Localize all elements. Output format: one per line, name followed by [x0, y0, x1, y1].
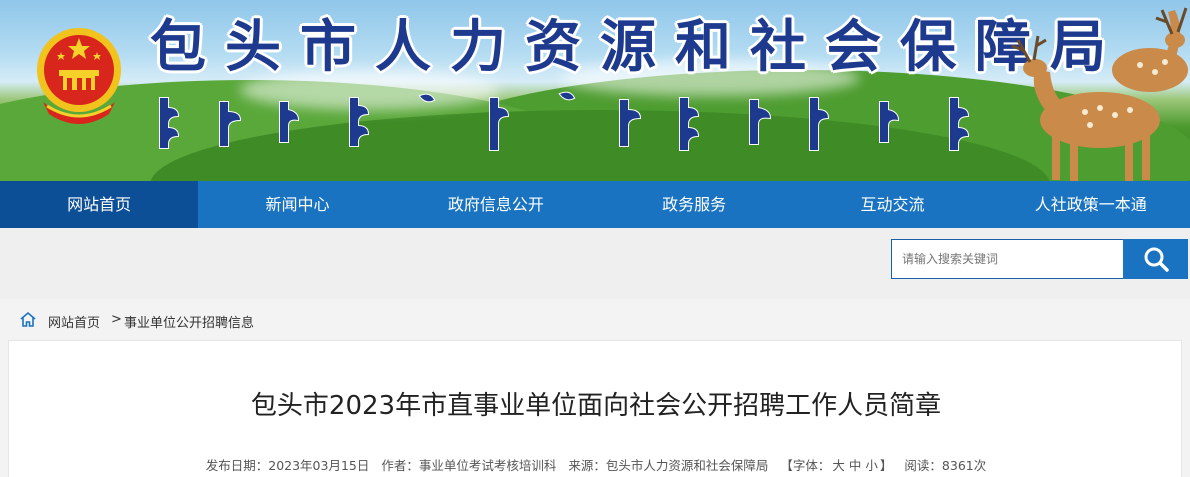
nav-item-interaction[interactable]: 互动交流	[793, 181, 991, 228]
search-button[interactable]	[1123, 239, 1188, 279]
search-icon	[1144, 247, 1169, 272]
breadcrumb-current[interactable]: 事业单位公开招聘信息	[124, 312, 254, 331]
nav-item-policy[interactable]: 人社政策一本通	[992, 181, 1190, 228]
article-panel: 包头市2023年市直事业单位面向社会公开招聘工作人员简章 发布日期：2023年0…	[8, 340, 1182, 477]
article-source: 来源：包头市人力资源和社会保障局	[568, 458, 769, 473]
font-size-control: 【字体：大中小】	[780, 458, 892, 473]
font-small-button[interactable]: 小	[865, 458, 878, 473]
breadcrumb: 网站首页 > 事业单位公开招聘信息	[0, 306, 1190, 334]
nav-item-home[interactable]: 网站首页	[0, 181, 199, 228]
search-input[interactable]	[891, 239, 1123, 279]
breadcrumb-separator: >	[111, 312, 122, 327]
search-bar-row	[0, 228, 1190, 299]
nav-item-news[interactable]: 新闻中心	[198, 181, 396, 228]
mongolian-script-title	[159, 91, 970, 151]
site-title: 包头市人力资源和社会保障局	[150, 14, 1125, 80]
main-nav: 网站首页 新闻中心 政府信息公开 政务服务 互动交流 人社政策一本通	[0, 181, 1190, 228]
article-title: 包头市2023年市直事业单位面向社会公开招聘工作人员简章	[250, 391, 942, 421]
article-meta: 发布日期：2023年03月15日 作者：事业单位考试考核培训科 来源：包头市人力…	[9, 455, 1183, 474]
home-icon	[20, 311, 36, 327]
nav-item-services[interactable]: 政务服务	[595, 181, 793, 228]
publish-date: 发布日期：2023年03月15日	[205, 458, 370, 473]
header-banner: 包头市人力资源和社会保障局	[0, 0, 1190, 181]
font-large-button[interactable]: 大	[832, 458, 845, 473]
font-size-close: 】	[879, 458, 893, 473]
deer-illustration	[1011, 7, 1188, 181]
view-count: 阅读：8361次	[904, 458, 987, 473]
breadcrumb-home[interactable]: 网站首页	[48, 312, 100, 331]
national-emblem-icon	[37, 28, 121, 124]
font-size-label: 【字体：	[780, 458, 831, 473]
font-medium-button[interactable]: 中	[849, 458, 862, 473]
nav-item-gov-info[interactable]: 政府信息公开	[397, 181, 595, 228]
article-author: 作者：事业单位考试考核培训科	[381, 458, 557, 473]
